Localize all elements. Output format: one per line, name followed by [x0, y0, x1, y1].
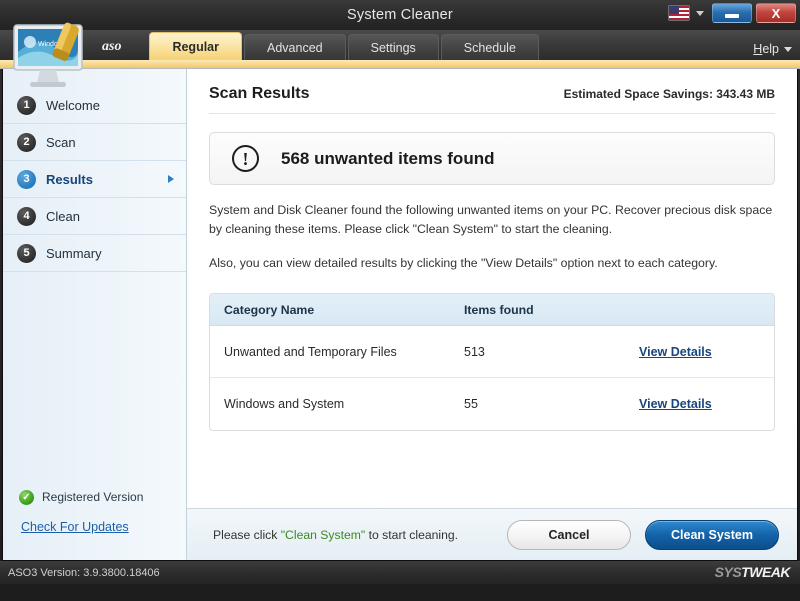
main-panel: Scan Results Estimated Space Savings: 34… [187, 69, 797, 560]
step-number-badge: 2 [17, 133, 36, 152]
us-flag-icon[interactable] [668, 5, 690, 21]
action-footer: Please click "Clean System" to start cle… [187, 508, 797, 560]
cell-category: Windows and System [224, 397, 464, 411]
sidebar-item-label: Scan [46, 135, 76, 150]
check-for-updates-link[interactable]: Check For Updates [3, 512, 186, 534]
close-icon: X [772, 7, 781, 20]
tab-advanced[interactable]: Advanced [244, 34, 346, 60]
main-content: Scan Results Estimated Space Savings: 34… [187, 69, 797, 508]
sidebar-item-results[interactable]: 3 Results [3, 161, 186, 198]
sidebar-item-clean[interactable]: 4 Clean [3, 198, 186, 235]
tab-schedule[interactable]: Schedule [441, 34, 539, 60]
registration-label: Registered Version [42, 490, 143, 504]
footer-hint-prefix: Please click [213, 528, 281, 542]
table-row: Windows and System 55 View Details [210, 378, 774, 430]
registration-status: ✓ Registered Version [3, 482, 186, 512]
sidebar-item-label: Results [46, 172, 93, 187]
help-rest: elp [762, 42, 779, 56]
chevron-down-icon[interactable] [784, 47, 792, 52]
footer-hint-suffix: to start cleaning. [365, 528, 458, 542]
sidebar-bottom-spacer [3, 534, 186, 560]
clean-system-button[interactable]: Clean System [645, 520, 779, 550]
title-bar: System Cleaner X [0, 0, 800, 30]
sidebar-spacer [3, 272, 186, 482]
step-number-badge: 3 [17, 170, 36, 189]
items-found-banner: ! 568 unwanted items found [209, 132, 775, 185]
description-paragraph-1: System and Disk Cleaner found the follow… [209, 201, 775, 239]
status-bar: ASO3 Version: 3.9.3800.18406 SYSTWEAK [0, 561, 800, 584]
footer-hint: Please click "Clean System" to start cle… [213, 528, 493, 542]
table-header-row: Category Name Items found [210, 294, 774, 326]
sidebar-item-scan[interactable]: 2 Scan [3, 124, 186, 161]
page-title: Scan Results [209, 85, 309, 103]
sidebar-item-label: Clean [46, 209, 80, 224]
minimize-button[interactable] [712, 3, 752, 23]
description-paragraph-2: Also, you can view detailed results by c… [209, 254, 775, 273]
footer-hint-highlight: "Clean System" [281, 528, 366, 542]
exclamation-circle-icon: ! [232, 145, 259, 172]
application-window: System Cleaner X aso Regular Advanced Se… [0, 0, 800, 601]
cell-action: View Details [639, 395, 760, 413]
step-number-badge: 5 [17, 244, 36, 263]
estimated-space-savings: Estimated Space Savings: 343.43 MB [564, 87, 775, 101]
items-found-text: 568 unwanted items found [281, 149, 494, 169]
brand-tweak: TWEAK [741, 564, 790, 580]
sidebar-item-welcome[interactable]: 1 Welcome [3, 87, 186, 124]
tab-settings[interactable]: Settings [348, 34, 439, 60]
green-check-icon: ✓ [19, 490, 34, 505]
cell-items-found: 55 [464, 397, 639, 411]
chevron-right-icon [168, 175, 174, 183]
cell-items-found: 513 [464, 345, 639, 359]
view-details-link[interactable]: View Details [639, 397, 712, 411]
sidebar-item-label: Summary [46, 246, 102, 261]
sidebar: 1 Welcome 2 Scan 3 Results 4 Clean 5 Sum… [3, 69, 187, 560]
sidebar-item-summary[interactable]: 5 Summary [3, 235, 186, 272]
sidebar-item-label: Welcome [46, 98, 100, 113]
brand-label: aso [96, 34, 147, 60]
version-label: ASO3 Version: 3.9.3800.18406 [8, 567, 160, 579]
column-header-items: Items found [464, 303, 639, 317]
table-row: Unwanted and Temporary Files 513 View De… [210, 326, 774, 378]
tab-regular[interactable]: Regular [149, 32, 242, 60]
systweak-logo: SYSTWEAK [715, 564, 790, 580]
help-accelerator: H [753, 42, 762, 56]
results-table: Category Name Items found Unwanted and T… [209, 293, 775, 431]
window-controls: X [668, 3, 796, 23]
body-area: 1 Welcome 2 Scan 3 Results 4 Clean 5 Sum… [2, 69, 798, 561]
minimize-icon [725, 14, 739, 18]
close-button[interactable]: X [756, 3, 796, 23]
brand-sys: SYS [715, 564, 742, 580]
step-number-badge: 1 [17, 96, 36, 115]
sidebar-top-spacer [3, 69, 186, 87]
cancel-button[interactable]: Cancel [507, 520, 631, 550]
step-number-badge: 4 [17, 207, 36, 226]
flag-canton [669, 6, 679, 14]
window-title: System Cleaner [347, 7, 453, 23]
chevron-down-icon[interactable] [696, 11, 704, 16]
help-menu[interactable]: Help [753, 42, 792, 56]
tab-bar: aso Regular Advanced Settings Schedule H… [0, 30, 800, 60]
help-link[interactable]: Help [753, 42, 779, 56]
cell-category: Unwanted and Temporary Files [224, 345, 464, 359]
view-details-link[interactable]: View Details [639, 345, 712, 359]
main-header: Scan Results Estimated Space Savings: 34… [209, 85, 775, 114]
column-header-category: Category Name [224, 303, 464, 317]
cell-action: View Details [639, 343, 760, 361]
gold-accent-band [0, 60, 800, 69]
